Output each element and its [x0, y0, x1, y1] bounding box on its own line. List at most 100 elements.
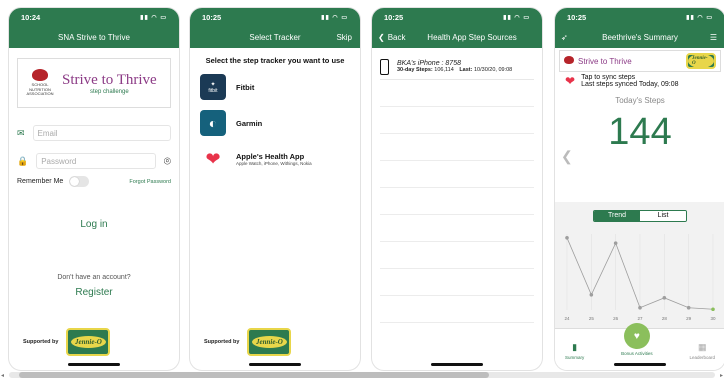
- logo-sub: step challenge: [90, 88, 129, 95]
- last-label: Last:: [459, 67, 473, 73]
- device-row[interactable]: BKA's iPhone : 8758 30-day Steps: 106,11…: [380, 54, 534, 80]
- horizontal-scrollbar[interactable]: [9, 372, 715, 378]
- list-item: [380, 269, 534, 296]
- logo-main: Strive to Thrive: [62, 71, 157, 88]
- list-item: [380, 80, 534, 107]
- x-tick-label: 24: [564, 316, 570, 321]
- home-indicator[interactable]: [614, 363, 666, 366]
- supported-by: Supported by Jennie-O: [23, 328, 111, 356]
- fitbit-icon-text: fitbit: [208, 87, 218, 94]
- nav-title: Health App Step Sources: [427, 32, 517, 42]
- supported-label: Supported by: [23, 339, 59, 345]
- home-indicator[interactable]: [249, 363, 301, 366]
- mail-icon: ✉: [17, 127, 25, 138]
- status-time: 10:25: [202, 12, 222, 22]
- x-tick-label: 29: [686, 316, 692, 321]
- tab-label: Summary: [565, 355, 585, 360]
- x-tick-label: 25: [589, 316, 595, 321]
- chevron-left-icon: ❮: [378, 32, 385, 42]
- tab-label: Bonus Activities: [621, 351, 653, 356]
- scroll-left-arrow-icon[interactable]: ◂: [1, 372, 4, 379]
- password-field-row: 🔒 Password ⌾: [17, 152, 171, 170]
- sna-logo: SCHOOL NUTRITION ASSOCIATION: [24, 65, 56, 101]
- jennie-o-logo: Jennie-O: [66, 328, 111, 356]
- data-point: [711, 307, 715, 312]
- tab-leaderboard[interactable]: ▦ Leaderboard: [689, 342, 715, 360]
- scrollbar-thumb[interactable]: [19, 372, 489, 378]
- back-button[interactable]: ❮ Back: [378, 33, 406, 42]
- last-value: 10/30/20, 09:08: [473, 67, 513, 73]
- data-point: [662, 296, 667, 300]
- email-field[interactable]: Email: [32, 125, 171, 141]
- jennie-o-logo: Jennie-O: [686, 53, 716, 69]
- list-item: [380, 296, 534, 323]
- x-tick-label: 26: [613, 316, 619, 321]
- lock-icon: 🔒: [17, 155, 29, 166]
- status-bar: 10:25 ▮▮ ◠ ▭: [190, 8, 360, 26]
- nav-title: Beethrive's Summary: [602, 32, 678, 42]
- x-tick-label: 27: [637, 316, 643, 321]
- app-store-screenshots: 10:24 ▮▮ ◠ ▭ SNA Strive to Thrive SCHOOL…: [0, 0, 724, 380]
- chevron-left-icon[interactable]: ❮: [561, 148, 573, 165]
- login-button[interactable]: Log in: [9, 219, 179, 230]
- email-placeholder: Email: [37, 128, 58, 138]
- data-point: [589, 293, 594, 297]
- status-time: 10:25: [384, 12, 404, 22]
- trend-chart: 24 25 26 27 28 29 30: [564, 234, 716, 321]
- supported-label: Supported by: [204, 339, 240, 345]
- leaderboard-icon: ▦: [697, 342, 707, 352]
- nav-title: Select Tracker: [249, 32, 301, 42]
- tracker-apple-health[interactable]: ❤ Apple's Health App Apple Watch, iPhone…: [200, 145, 350, 173]
- phone-select-tracker: 10:25 ▮▮ ◠ ▭ Select Tracker Skip Select …: [190, 8, 360, 370]
- status-bar: 10:24 ▮▮ ◠ ▭: [9, 8, 179, 26]
- home-indicator[interactable]: [431, 363, 483, 366]
- email-field-row: ✉ Email: [17, 124, 171, 142]
- data-point: [613, 241, 618, 245]
- status-time: 10:24: [21, 12, 41, 22]
- back-label: Back: [387, 32, 406, 42]
- sponsor-text: Jennie-O: [688, 54, 714, 68]
- sponsor-text: Jennie-O: [252, 336, 287, 348]
- nav-title: SNA Strive to Thrive: [58, 32, 130, 42]
- home-indicator[interactable]: [68, 363, 120, 366]
- face-id-icon[interactable]: ⌾: [164, 154, 171, 169]
- remember-row: Remember Me Forgot Password: [17, 176, 171, 187]
- skip-button[interactable]: Skip: [336, 33, 352, 42]
- tab-list[interactable]: List: [640, 211, 686, 221]
- forgot-password-link[interactable]: Forgot Password: [129, 179, 171, 185]
- tab-label: Leaderboard: [689, 355, 715, 360]
- scroll-right-arrow-icon[interactable]: ▸: [720, 372, 723, 379]
- x-tick-label: 30: [710, 316, 716, 321]
- last-sync-text: Last steps synced Today, 09:08: [581, 81, 679, 88]
- heart-hands-icon: ♥: [623, 323, 650, 349]
- signal-wifi-battery-icon: ▮▮ ◠ ▭: [321, 14, 348, 21]
- data-point: [686, 305, 691, 310]
- steps-label: 30-day Steps:: [397, 67, 433, 73]
- tracker-garmin[interactable]: ◐ Garmin: [200, 109, 350, 137]
- register-button[interactable]: Register: [9, 287, 179, 298]
- sync-row[interactable]: ❤ Tap to sync steps Last steps synced To…: [565, 74, 715, 88]
- device-stats: 30-day Steps: 106,114 Last: 10/30/20, 09…: [397, 67, 512, 73]
- nav-bar: ❮ Back Health App Step Sources: [372, 26, 542, 48]
- tab-bonus-activities[interactable]: ♥ Bonus Activities: [621, 323, 653, 356]
- tracker-fitbit[interactable]: ✦ fitbit Fitbit: [200, 73, 350, 101]
- logo-main: Strive to Thrive: [578, 56, 632, 66]
- signal-wifi-battery-icon: ▮▮ ◠ ▭: [140, 14, 167, 21]
- list-item: [380, 161, 534, 188]
- todays-steps-value: 144: [608, 111, 672, 153]
- strive-logo: Strive to Thrive Jennie-O: [559, 50, 721, 72]
- password-field[interactable]: Password: [36, 153, 156, 169]
- menu-icon[interactable]: ☰: [710, 33, 717, 42]
- signal-wifi-battery-icon: ▮▮ ◠ ▭: [503, 14, 530, 21]
- list-item: [380, 215, 534, 242]
- remember-toggle[interactable]: [69, 176, 90, 187]
- tab-trend[interactable]: Trend: [594, 211, 640, 221]
- tab-summary[interactable]: ▮ Summary: [565, 342, 584, 360]
- nav-bar: ➶ Beethrive's Summary ☰: [555, 26, 724, 48]
- list-item: [380, 242, 534, 269]
- garmin-icon: ◐: [200, 110, 226, 136]
- password-placeholder: Password: [41, 156, 77, 166]
- sync-prompt: Tap to sync steps: [581, 74, 636, 81]
- sync-rocket-icon[interactable]: ➶: [561, 33, 568, 42]
- sna-logo-text: SCHOOL NUTRITION ASSOCIATION: [26, 82, 54, 97]
